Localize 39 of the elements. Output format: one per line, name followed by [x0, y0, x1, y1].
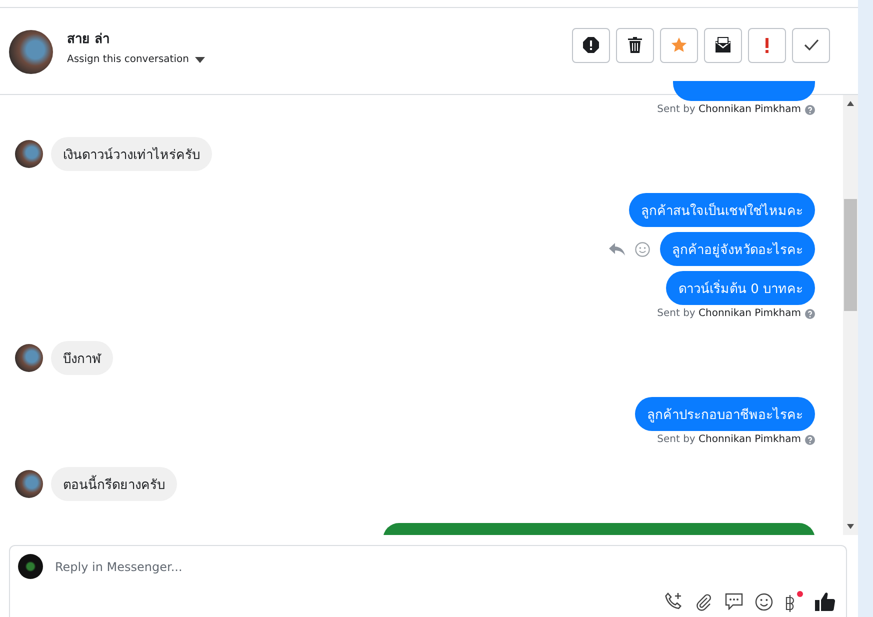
sent-message: ลูกค้าประกอบอาชีพอะไรคะ [635, 397, 815, 431]
reply-icon[interactable] [609, 242, 625, 256]
star-button[interactable] [660, 28, 698, 62]
help-icon[interactable] [805, 308, 815, 318]
page-avatar [18, 554, 43, 579]
sent-by-label: Sent by Chonnikan Pimkham [657, 434, 801, 445]
delete-button[interactable] [616, 28, 654, 62]
scroll-down-icon[interactable] [847, 524, 854, 529]
scrollbar-thumb[interactable] [844, 199, 857, 311]
sent-by-label: Sent by Chonnikan Pimkham [657, 308, 801, 319]
sent-by-label: Sent by Chonnikan Pimkham [657, 104, 801, 115]
envelope-icon [715, 37, 731, 53]
unread-button[interactable] [704, 28, 742, 62]
important-button[interactable] [748, 28, 786, 62]
baht-icon [785, 595, 795, 612]
checkmark-icon [804, 39, 818, 51]
sent-message: ลูกค้าอยู่จังหวัดอะไรคะ [660, 232, 815, 266]
contact-avatar [15, 344, 43, 372]
assign-dropdown[interactable]: Assign this conversation [67, 54, 205, 65]
sent-message: ดาวน์เริ่มต้น 0 บาทคะ [666, 271, 815, 305]
star-icon [671, 37, 687, 53]
spam-button[interactable] [572, 28, 610, 62]
received-message: เงินดาวน์วางเท่าไหร่ครับ [51, 137, 212, 171]
caret-icon [194, 56, 205, 62]
sent-message: ลูกค้าสนใจเป็นเชฟใช่ไหมคะ [629, 193, 815, 227]
contact-avatar [15, 140, 43, 168]
received-message: ตอนนี้กรีดยางครับ [51, 467, 177, 501]
emoji-icon[interactable] [635, 242, 650, 256]
scroll-up-icon[interactable] [847, 101, 854, 106]
contact-avatar [15, 470, 43, 498]
trash-icon [628, 37, 642, 53]
alert-icon [583, 37, 599, 53]
contact-avatar [9, 30, 53, 74]
exclamation-icon [765, 38, 769, 52]
contact-name: สาย ล่า [67, 31, 111, 49]
help-icon[interactable] [805, 434, 815, 444]
received-message: บึงกาฬ [51, 341, 113, 375]
help-icon[interactable] [805, 104, 815, 114]
done-button[interactable] [792, 28, 830, 62]
